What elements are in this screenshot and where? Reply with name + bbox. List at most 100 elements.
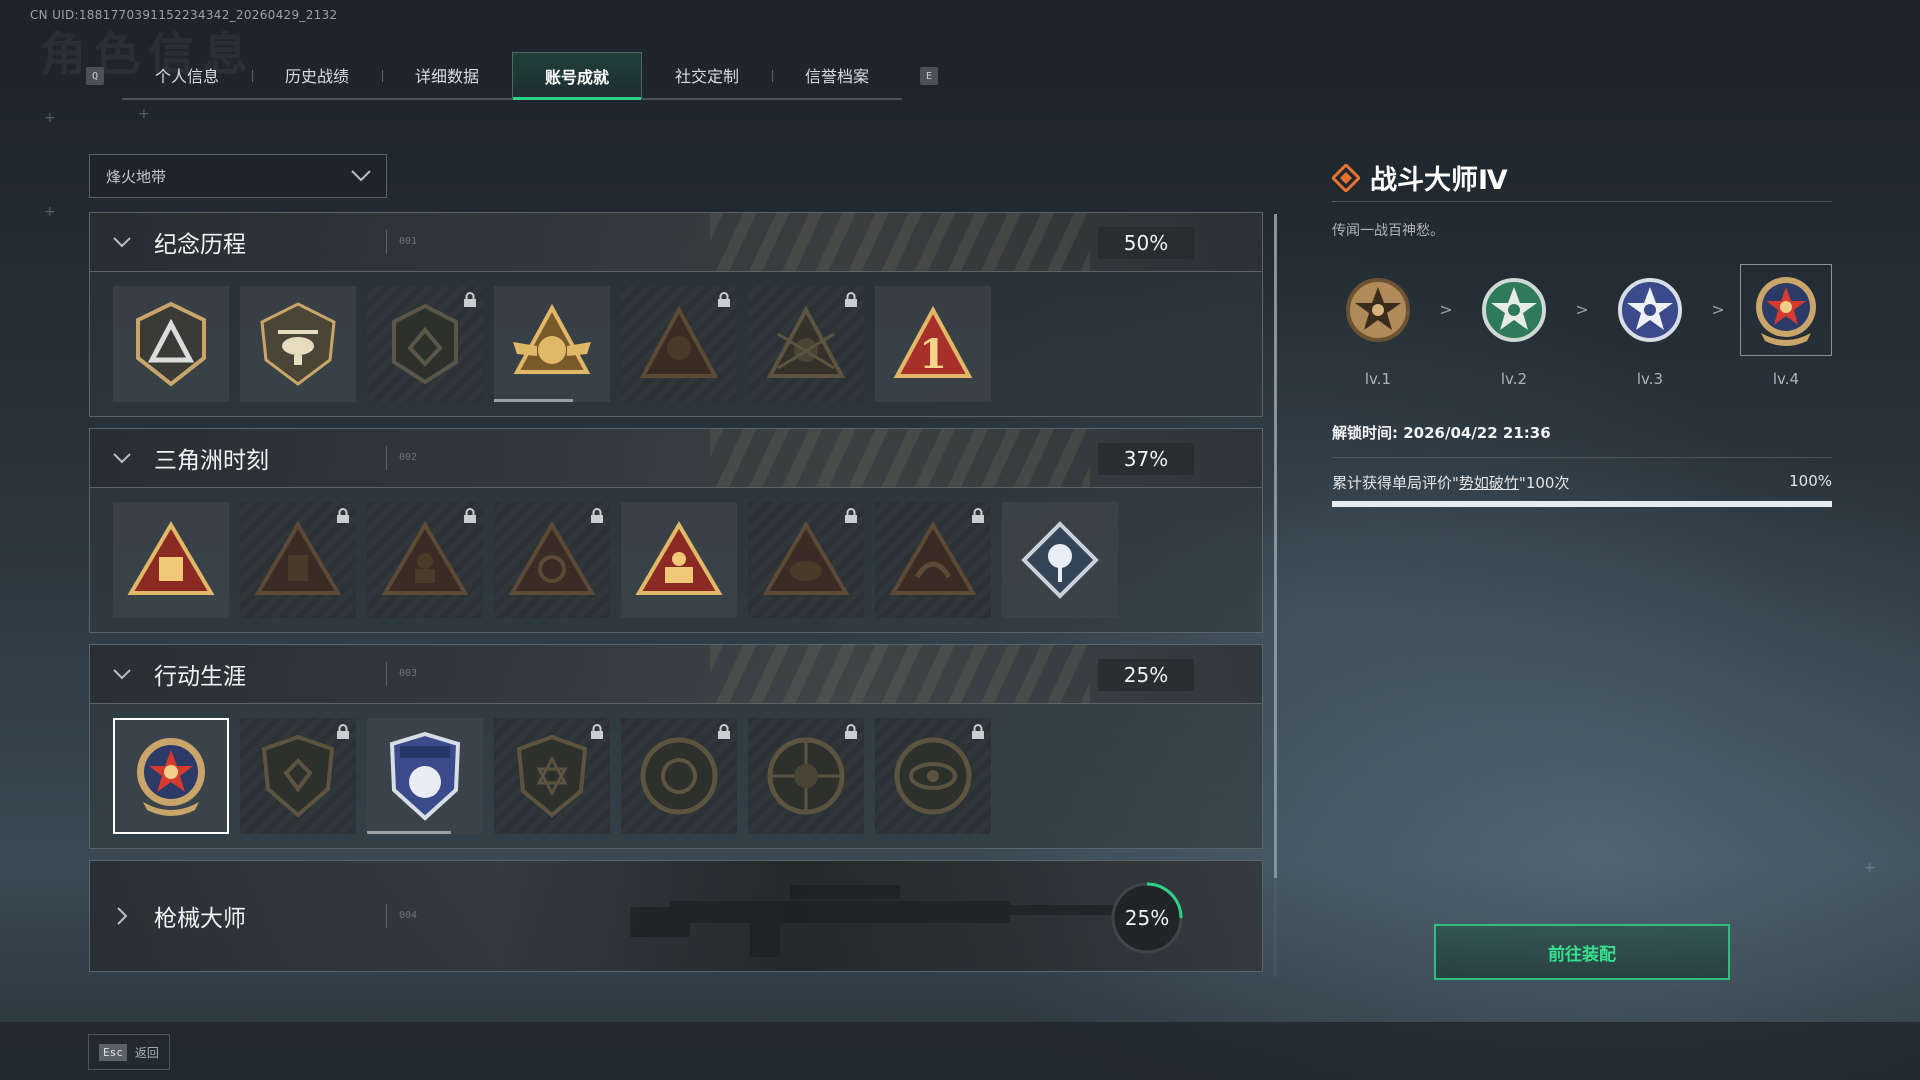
lock-icon bbox=[464, 292, 476, 307]
achievement-badge-locked[interactable] bbox=[748, 286, 864, 402]
helicopter-icon bbox=[260, 302, 336, 386]
achievement-badge-selected[interactable] bbox=[113, 718, 229, 834]
tab-reputation[interactable]: 信誉档案 bbox=[772, 52, 902, 98]
achievement-badge[interactable] bbox=[367, 718, 483, 834]
category-percent: 25% bbox=[1124, 906, 1170, 930]
level-1-medal[interactable] bbox=[1332, 264, 1424, 356]
achievement-badge[interactable] bbox=[240, 286, 356, 402]
achievement-badge-locked[interactable] bbox=[494, 502, 610, 618]
back-button[interactable]: Esc 返回 bbox=[88, 1034, 170, 1070]
hex-emblem-icon bbox=[392, 303, 458, 385]
tab-bar: Q 个人信息 历史战绩 详细数据 账号成就 社交定制 信誉档案 E bbox=[86, 52, 938, 100]
achievement-badge-locked[interactable] bbox=[240, 502, 356, 618]
achievement-badge-locked[interactable] bbox=[367, 502, 483, 618]
level-label: lv.4 bbox=[1772, 370, 1800, 388]
achievement-badge-locked[interactable] bbox=[875, 718, 991, 834]
kneeling-figure-icon bbox=[381, 521, 469, 595]
tab-achievements[interactable]: 账号成就 bbox=[512, 52, 642, 100]
category-percent: 50% bbox=[1098, 227, 1194, 259]
tab-social[interactable]: 社交定制 bbox=[642, 52, 772, 98]
tab-history[interactable]: 历史战绩 bbox=[252, 52, 382, 98]
chevron-right-icon: > bbox=[1711, 300, 1725, 319]
category-header[interactable]: 行动生涯 003 25% bbox=[89, 644, 1263, 704]
triangle-shield-icon bbox=[136, 301, 206, 387]
badge-row: 1 bbox=[89, 272, 1263, 417]
prev-tab-key[interactable]: Q bbox=[86, 67, 104, 85]
level-item: lv.1 bbox=[1332, 264, 1424, 388]
next-tab-key[interactable]: E bbox=[920, 67, 938, 85]
condition-link[interactable]: 势如破竹 bbox=[1459, 474, 1519, 492]
condition-prefix: 累计获得单局评价" bbox=[1332, 474, 1459, 492]
lock-icon bbox=[845, 508, 857, 523]
footer-bar bbox=[0, 1022, 1920, 1080]
level-4-medal[interactable] bbox=[1740, 264, 1832, 356]
condition-text: 累计获得单局评价"势如破竹"100次 bbox=[1332, 472, 1569, 493]
achievement-detail-panel: 战斗大师Ⅳ 传闻一战百神愁。 lv.1 > lv.2 > lv.3 > lv.4… bbox=[1332, 162, 1832, 507]
lock-icon bbox=[845, 724, 857, 739]
achievement-badge-locked[interactable] bbox=[367, 286, 483, 402]
shield-crest-icon bbox=[261, 734, 335, 818]
deco-cross-icon: + bbox=[44, 110, 56, 126]
header-art bbox=[710, 213, 1090, 271]
level-2-medal[interactable] bbox=[1468, 264, 1560, 356]
category-title: 行动生涯 bbox=[154, 664, 246, 690]
achievement-badge-locked[interactable] bbox=[240, 718, 356, 834]
chevron-right-icon bbox=[90, 906, 154, 926]
badge-row bbox=[89, 488, 1263, 633]
category-title: 枪械大师 bbox=[154, 906, 246, 932]
scrollbar-thumb[interactable] bbox=[1274, 214, 1277, 878]
achievement-badge[interactable] bbox=[621, 502, 737, 618]
eye-emblem-icon bbox=[894, 737, 972, 815]
blue-star-medal-icon bbox=[1618, 278, 1682, 342]
esc-key: Esc bbox=[99, 1043, 127, 1061]
achievement-badge[interactable] bbox=[113, 286, 229, 402]
level-label: lv.3 bbox=[1636, 370, 1664, 388]
category-percent: 25% bbox=[1098, 659, 1194, 691]
police-shield-icon bbox=[389, 731, 461, 821]
deco-cross-icon: + bbox=[44, 204, 56, 220]
achievement-badge-locked[interactable] bbox=[621, 718, 737, 834]
figure-triangle-icon bbox=[254, 521, 342, 595]
achievement-title-row: 战斗大师Ⅳ bbox=[1332, 162, 1832, 202]
lock-icon bbox=[972, 508, 984, 523]
level-progression: lv.1 > lv.2 > lv.3 > lv.4 bbox=[1332, 264, 1832, 388]
condition-percent: 100% bbox=[1789, 472, 1832, 490]
category-section: 枪械大师 004 25% bbox=[89, 860, 1263, 972]
achievement-badge-locked[interactable] bbox=[621, 286, 737, 402]
beast-triangle-icon bbox=[762, 521, 850, 595]
tab-personal-info[interactable]: 个人信息 bbox=[122, 52, 252, 98]
combat-master-medal-icon bbox=[137, 738, 205, 816]
achievement-badge[interactable]: 1 bbox=[875, 286, 991, 402]
mode-dropdown[interactable]: 烽火地带 bbox=[89, 154, 387, 198]
level-item: lv.3 bbox=[1604, 264, 1696, 388]
achievement-badge-locked[interactable] bbox=[748, 718, 864, 834]
crosshair-skull-icon bbox=[767, 737, 845, 815]
achievement-badge-locked[interactable] bbox=[494, 718, 610, 834]
lock-icon bbox=[591, 724, 603, 739]
achievement-badge-locked[interactable] bbox=[748, 502, 864, 618]
category-title: 三角洲时刻 bbox=[154, 448, 269, 474]
achievement-description: 传闻一战百神愁。 bbox=[1332, 223, 1444, 239]
category-header[interactable]: 三角洲时刻 002 37% bbox=[89, 428, 1263, 488]
header-art bbox=[710, 645, 1090, 703]
achievement-badge[interactable] bbox=[1002, 502, 1118, 618]
category-header[interactable]: 枪械大师 004 25% bbox=[89, 860, 1263, 972]
go-equip-button[interactable]: 前往装配 bbox=[1434, 924, 1730, 980]
achievement-badge-locked[interactable] bbox=[875, 502, 991, 618]
level-3-medal[interactable] bbox=[1604, 264, 1696, 356]
achievement-badge[interactable] bbox=[494, 286, 610, 402]
category-header[interactable]: 纪念历程 001 50% bbox=[89, 212, 1263, 272]
category-number: 002 bbox=[386, 446, 417, 470]
lock-icon bbox=[845, 292, 857, 307]
achievement-category-list: 纪念历程 001 50% 1 三角洲时刻 002 37% 行动生涯 003 25… bbox=[89, 212, 1263, 983]
chevron-right-icon: > bbox=[1439, 300, 1453, 319]
category-title: 纪念历程 bbox=[154, 232, 246, 258]
header-art bbox=[710, 429, 1090, 487]
crate-triangle-icon bbox=[127, 521, 215, 595]
achievement-title: 战斗大师Ⅳ bbox=[1370, 165, 1508, 196]
lock-icon bbox=[337, 508, 349, 523]
soldier-skull-icon bbox=[766, 305, 846, 378]
tab-detailed-data[interactable]: 详细数据 bbox=[382, 52, 512, 98]
chevron-right-icon: > bbox=[1575, 300, 1589, 319]
achievement-badge[interactable] bbox=[113, 502, 229, 618]
